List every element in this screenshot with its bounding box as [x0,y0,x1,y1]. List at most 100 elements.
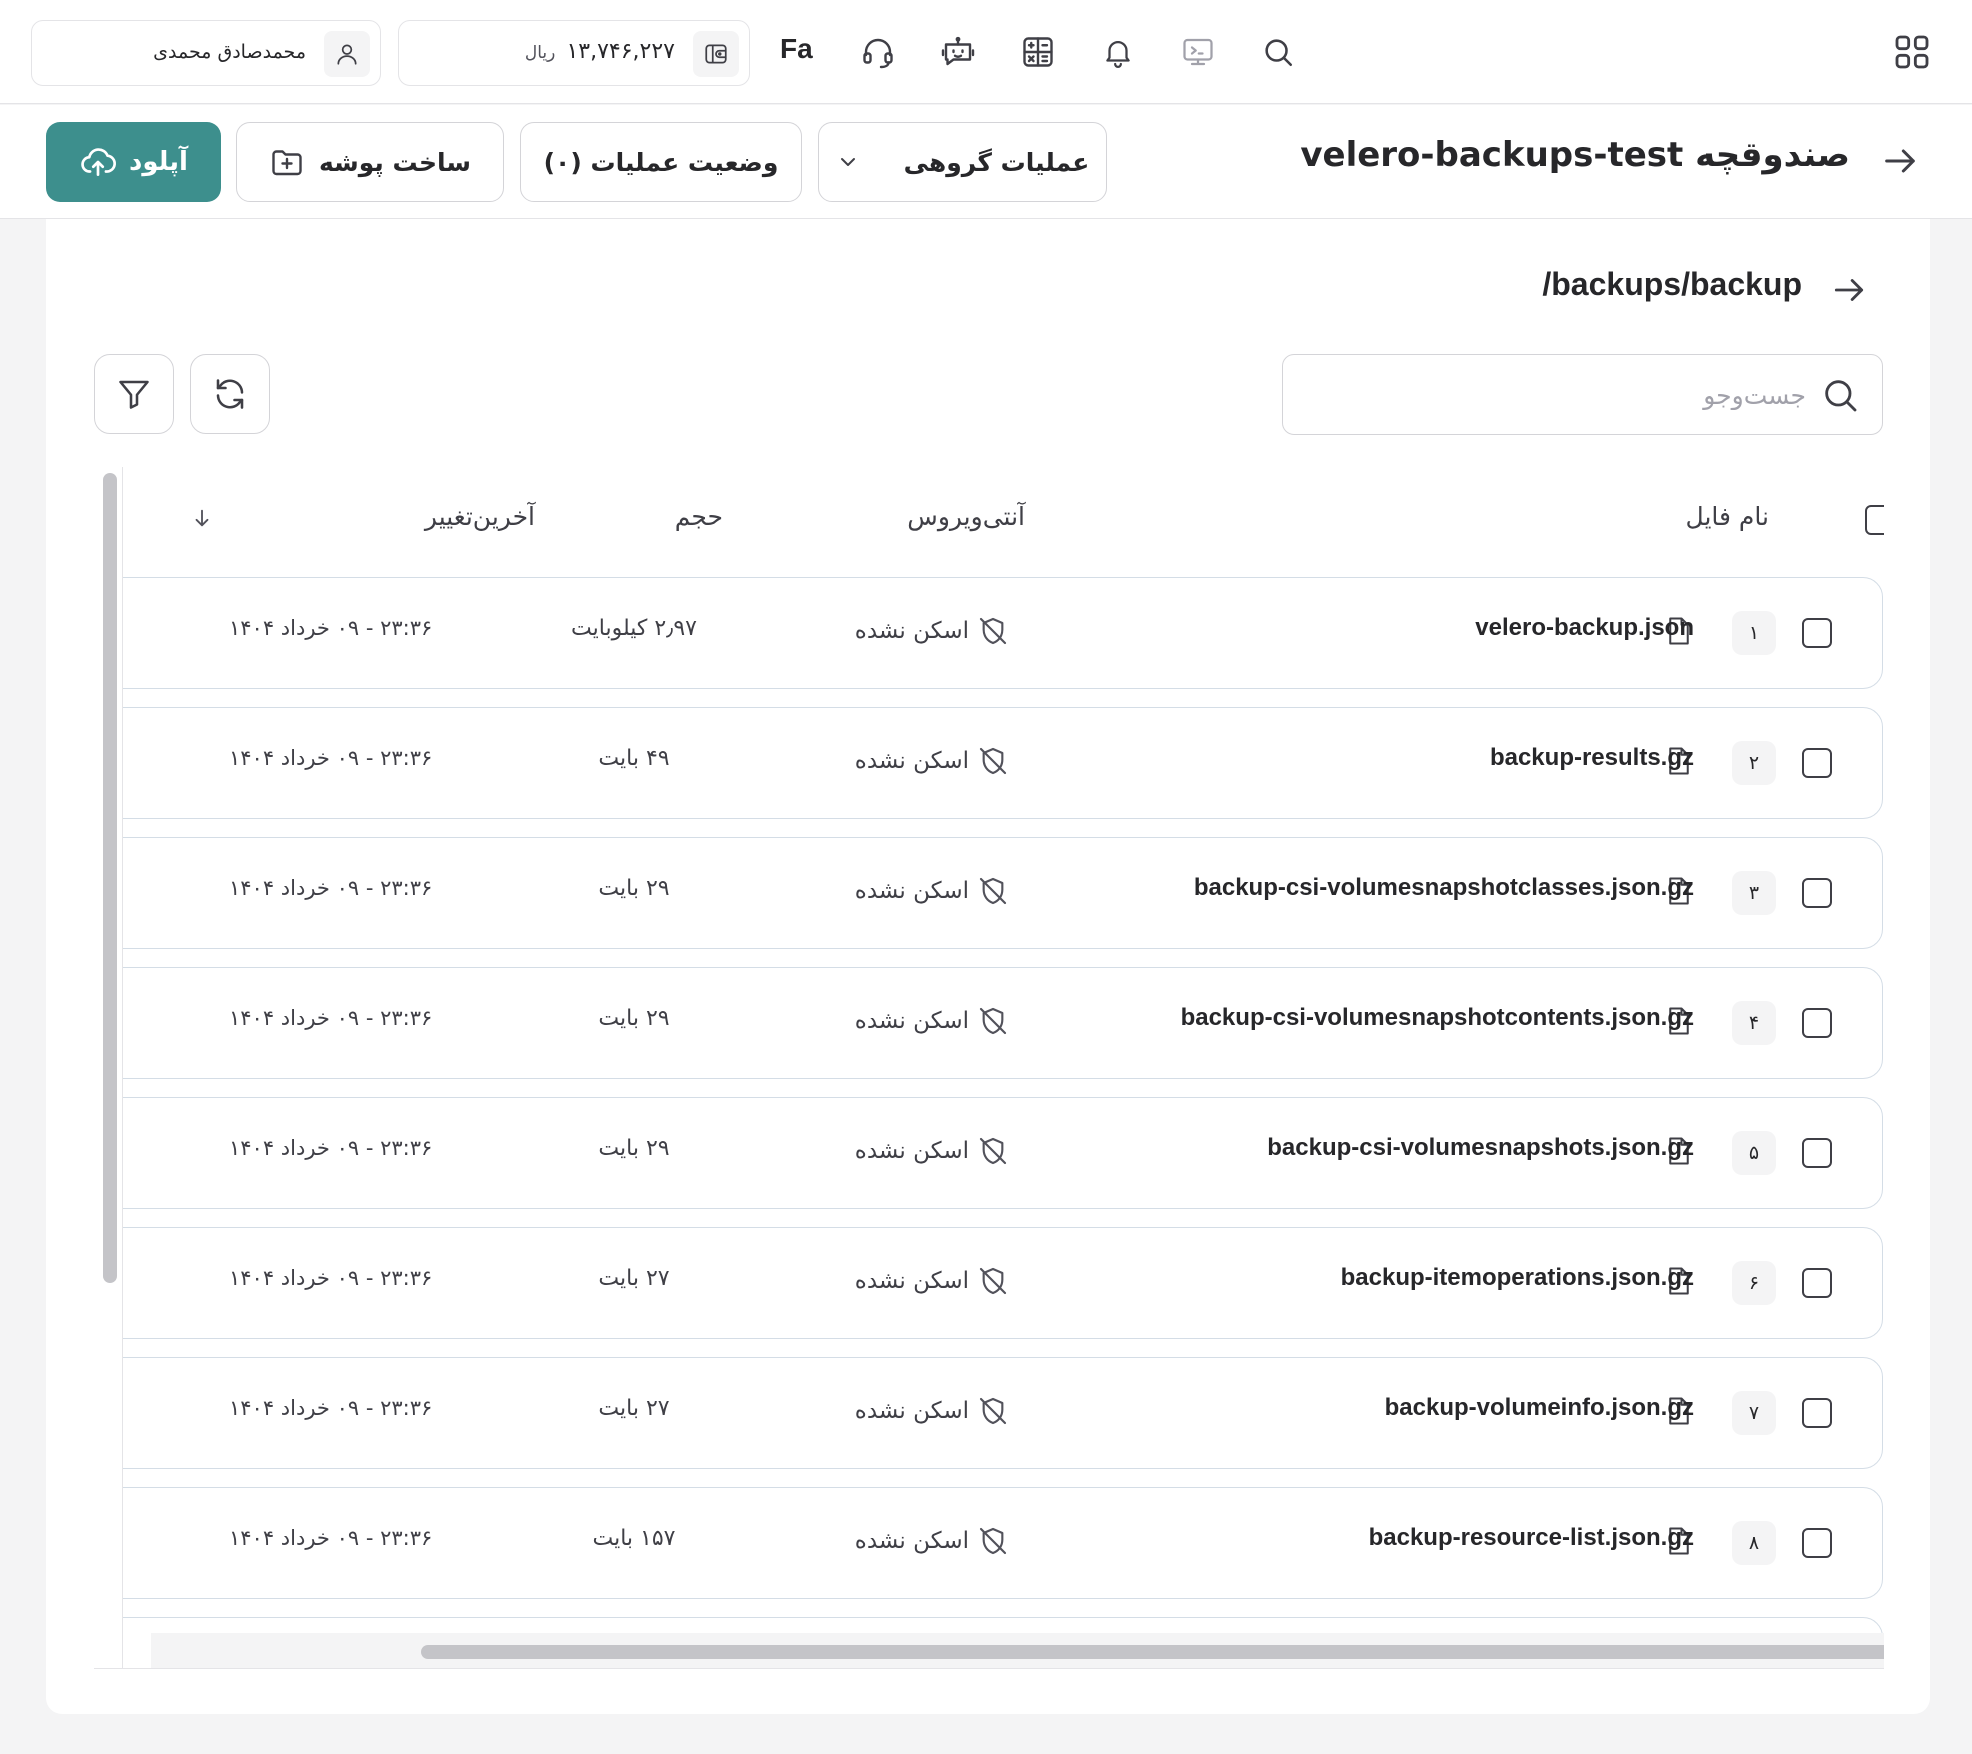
apps-grid-icon[interactable] [1892,32,1932,72]
table-row[interactable]: ۸ backup-resource-list.json.gz اسکن نشده ۱۵… [123,1487,1883,1599]
folder-plus-icon [269,144,305,180]
calculator-icon[interactable] [1018,32,1058,72]
file-name[interactable]: backup-csi-volumesnapshotcontents.json.g… [1181,1004,1694,1032]
modified-date: ۲۳:۳۶ - ۰۹ خرداد ۱۴۰۴ [229,616,433,640]
file-name[interactable]: velero-backup.json [1475,614,1694,642]
refresh-button[interactable] [190,354,270,434]
filter-button[interactable] [94,354,174,434]
file-name[interactable]: backup-csi-volumesnapshots.json.gz [1267,1134,1694,1162]
search-icon[interactable] [1258,32,1298,72]
horizontal-scrollbar[interactable] [151,1633,1884,1668]
wallet-amount-group: ۱۳,۷۴۶,۲۲۷ ریال [525,39,675,64]
modified-date: ۲۳:۳۶ - ۰۹ خرداد ۱۴۰۴ [229,1136,433,1160]
wallet-balance[interactable]: ۱۳,۷۴۶,۲۲۷ ریال [398,20,750,86]
antivirus-status: اسکن نشده [835,875,1009,907]
terminal-icon[interactable] [1178,32,1218,72]
antivirus-label: اسکن نشده [854,1528,969,1554]
files-table: نام فایل آنتی‌ویروس حجم آخرین‌تغییر ۱ vel… [94,467,1884,1669]
file-name[interactable]: backup-csi-volumesnapshotclasses.json.gz [1194,874,1694,902]
file-size: ۲۹ بایت [598,1136,670,1161]
modified-date: ۲۳:۳۶ - ۰۹ خرداد ۱۴۰۴ [229,746,433,770]
refresh-icon [212,376,248,412]
antivirus-label: اسکن نشده [854,1008,969,1034]
bulk-operations-dropdown[interactable]: عملیات گروهی [818,122,1107,202]
column-header-antivirus: آنتی‌ویروس [907,502,1025,531]
upload-button[interactable]: آپلود [46,122,221,202]
antivirus-status: اسکن نشده [835,615,1009,647]
select-all-checkbox[interactable] [1865,505,1884,535]
wallet-amount: ۱۳,۷۴۶,۲۲۷ [566,39,675,64]
row-number: ۵ [1732,1131,1776,1175]
new-folder-button[interactable]: ساخت پوشه [236,122,504,202]
user-name: محمدصادق محمدی [153,41,306,63]
table-row[interactable]: ۱ velero-backup.json اسکن نشده ۲٫۹۷ کیلوبای… [123,577,1883,689]
row-number: ۶ [1732,1261,1776,1305]
table-row[interactable]: ۶ backup-itemoperations.json.gz اسکن نشده ۲… [123,1227,1883,1339]
file-name[interactable]: backup-results.gz [1490,744,1694,772]
user-icon [324,31,370,77]
shield-off-icon [977,1265,1009,1297]
modified-date: ۲۳:۳۶ - ۰۹ خرداد ۱۴۰۴ [229,1006,433,1030]
bell-icon[interactable] [1098,32,1138,72]
sort-down-arrow-icon[interactable] [191,507,213,529]
shield-off-icon [977,1525,1009,1557]
shield-off-icon [977,745,1009,777]
row-checkbox[interactable] [1802,748,1832,778]
headset-icon[interactable] [858,32,898,72]
top-bar: محمدصادق محمدی ۱۳,۷۴۶,۲۲۷ ریال Fa [0,0,1972,104]
modified-date: ۲۳:۳۶ - ۰۹ خرداد ۱۴۰۴ [229,1526,433,1550]
file-name[interactable]: backup-itemoperations.json.gz [1341,1264,1694,1292]
file-size: ۲۹ بایت [598,876,670,901]
new-folder-label: ساخت پوشه [319,147,471,177]
table-row[interactable]: ۵ backup-csi-volumesnapshots.json.gz اسکن … [123,1097,1883,1209]
row-number: ۱ [1732,611,1776,655]
upload-label: آپلود [129,147,188,177]
row-number: ۷ [1732,1391,1776,1435]
table-row[interactable]: ۲ backup-results.gz اسکن نشده ۴۹ بایت ۲۳:۳۶ … [123,707,1883,819]
row-number: ۳ [1732,871,1776,915]
file-size: ۴۹ بایت [598,746,670,771]
antivirus-label: اسکن نشده [854,1398,969,1424]
row-checkbox[interactable] [1802,1268,1832,1298]
table-body: نام فایل آنتی‌ویروس حجم آخرین‌تغییر ۱ vel… [122,467,1884,1668]
table-row[interactable]: ۴ backup-csi-volumesnapshotcontents.json.… [123,967,1883,1079]
table-row[interactable]: ۳ backup-csi-volumesnapshotclasses.json.g… [123,837,1883,949]
operations-status-label: وضعیت عملیات (۰) [543,147,779,177]
operations-status-button[interactable]: وضعیت عملیات (۰) [520,122,802,202]
column-header-modified[interactable]: آخرین‌تغییر [425,502,535,531]
file-name[interactable]: backup-resource-list.json.gz [1369,1524,1694,1552]
search-icon [1820,375,1860,415]
row-checkbox[interactable] [1802,618,1832,648]
column-header-size[interactable]: حجم [675,502,723,531]
row-checkbox[interactable] [1802,878,1832,908]
file-size: ۲۷ بایت [598,1266,670,1291]
file-size: ۲٫۹۷ کیلوبایت [571,616,697,641]
file-name[interactable]: backup-volumeinfo.json.gz [1385,1394,1694,1422]
row-checkbox[interactable] [1802,1398,1832,1428]
column-header-name[interactable]: نام فایل [1686,502,1769,531]
back-arrow-icon[interactable] [1880,141,1920,181]
antivirus-label: اسکن نشده [854,618,969,644]
user-menu[interactable]: محمدصادق محمدی [31,20,381,86]
language-switch[interactable]: Fa [780,33,813,65]
shield-off-icon [977,875,1009,907]
path-back-arrow-icon[interactable] [1830,271,1868,309]
antivirus-status: اسکن نشده [835,1005,1009,1037]
row-checkbox[interactable] [1802,1138,1832,1168]
row-checkbox[interactable] [1802,1008,1832,1038]
bucket-title: صندوقچه velero-backups-test [1300,135,1850,175]
antivirus-status: اسکن نشده [835,1265,1009,1297]
chat-bot-icon[interactable] [938,32,978,72]
antivirus-label: اسکن نشده [854,1138,969,1164]
antivirus-label: اسکن نشده [854,1268,969,1294]
table-row[interactable]: ۷ backup-volumeinfo.json.gz اسکن نشده ۲۷ با… [123,1357,1883,1469]
antivirus-label: اسکن نشده [854,748,969,774]
bulk-operations-label: عملیات گروهی [903,147,1090,177]
search-input[interactable] [1326,375,1806,415]
antivirus-label: اسکن نشده [854,878,969,904]
wallet-currency: ریال [524,43,556,63]
row-checkbox[interactable] [1802,1528,1832,1558]
file-size: ۱۵۷ بایت [592,1526,676,1551]
search-box [1282,354,1883,435]
shield-off-icon [977,1005,1009,1037]
